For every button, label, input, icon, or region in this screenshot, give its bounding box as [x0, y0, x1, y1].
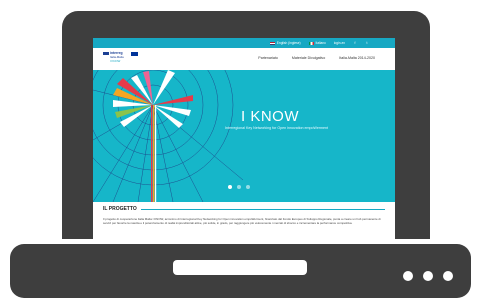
site-header: interreg Italia-Malta I KNOW Partenariat…	[93, 48, 395, 70]
uk-flag-icon	[269, 41, 275, 45]
facebook-icon[interactable]: f	[353, 41, 357, 45]
top-bar: English (Inglese) Italiano login-ex f t	[93, 38, 395, 48]
language-english-label: English (Inglese)	[276, 41, 301, 45]
indicator-light-icon	[403, 271, 413, 281]
eu-flag-icon	[131, 52, 138, 56]
section-body: Il progetto di cooperazione Italia Malta…	[103, 217, 381, 225]
section-header: IL PROGETTO	[103, 206, 385, 212]
logo-line-3: I KNOW	[110, 59, 121, 63]
slider-dot-1[interactable]	[228, 185, 232, 189]
hero-title: I KNOW	[241, 108, 299, 125]
section-divider	[140, 208, 385, 210]
hero-slider: I KNOW Interregional Key Networking for …	[93, 70, 395, 202]
main-nav: Partenariato Materiale Divulgativo Itali…	[258, 56, 375, 60]
network-graphic-icon	[93, 70, 244, 202]
italy-flag-icon	[308, 41, 314, 45]
language-italian-label: Italiano	[315, 41, 326, 45]
slider-dot-3[interactable]	[246, 185, 250, 189]
logo-mark-icon	[103, 52, 109, 55]
language-english[interactable]: English (Inglese)	[269, 41, 301, 45]
website-screen: English (Inglese) Italiano login-ex f t …	[93, 38, 395, 239]
login-label: login-ex	[333, 41, 345, 45]
section-title: IL PROGETTO	[103, 206, 137, 212]
slider-dot-2[interactable]	[237, 185, 241, 189]
indicator-light-icon	[423, 271, 433, 281]
hero-subtitle: Interregional Key Networking for Open in…	[225, 126, 329, 130]
login-link[interactable]: login-ex	[334, 41, 345, 45]
nav-item-materiale[interactable]: Materiale Divulgativo	[292, 56, 325, 60]
twitter-icon[interactable]: t	[365, 41, 369, 45]
slider-dots	[228, 185, 250, 189]
nav-item-italia-malta[interactable]: Italia-Malta 2014-2020	[339, 56, 375, 60]
laptop-base	[10, 244, 471, 298]
indicator-light-icon	[443, 271, 453, 281]
interreg-logo[interactable]: interreg Italia-Malta I KNOW	[103, 51, 143, 67]
trackpad	[173, 260, 307, 275]
language-italian[interactable]: Italiano	[308, 41, 326, 45]
nav-item-partenariato[interactable]: Partenariato	[258, 56, 278, 60]
project-section: IL PROGETTO Il progetto di cooperazione …	[103, 206, 385, 225]
